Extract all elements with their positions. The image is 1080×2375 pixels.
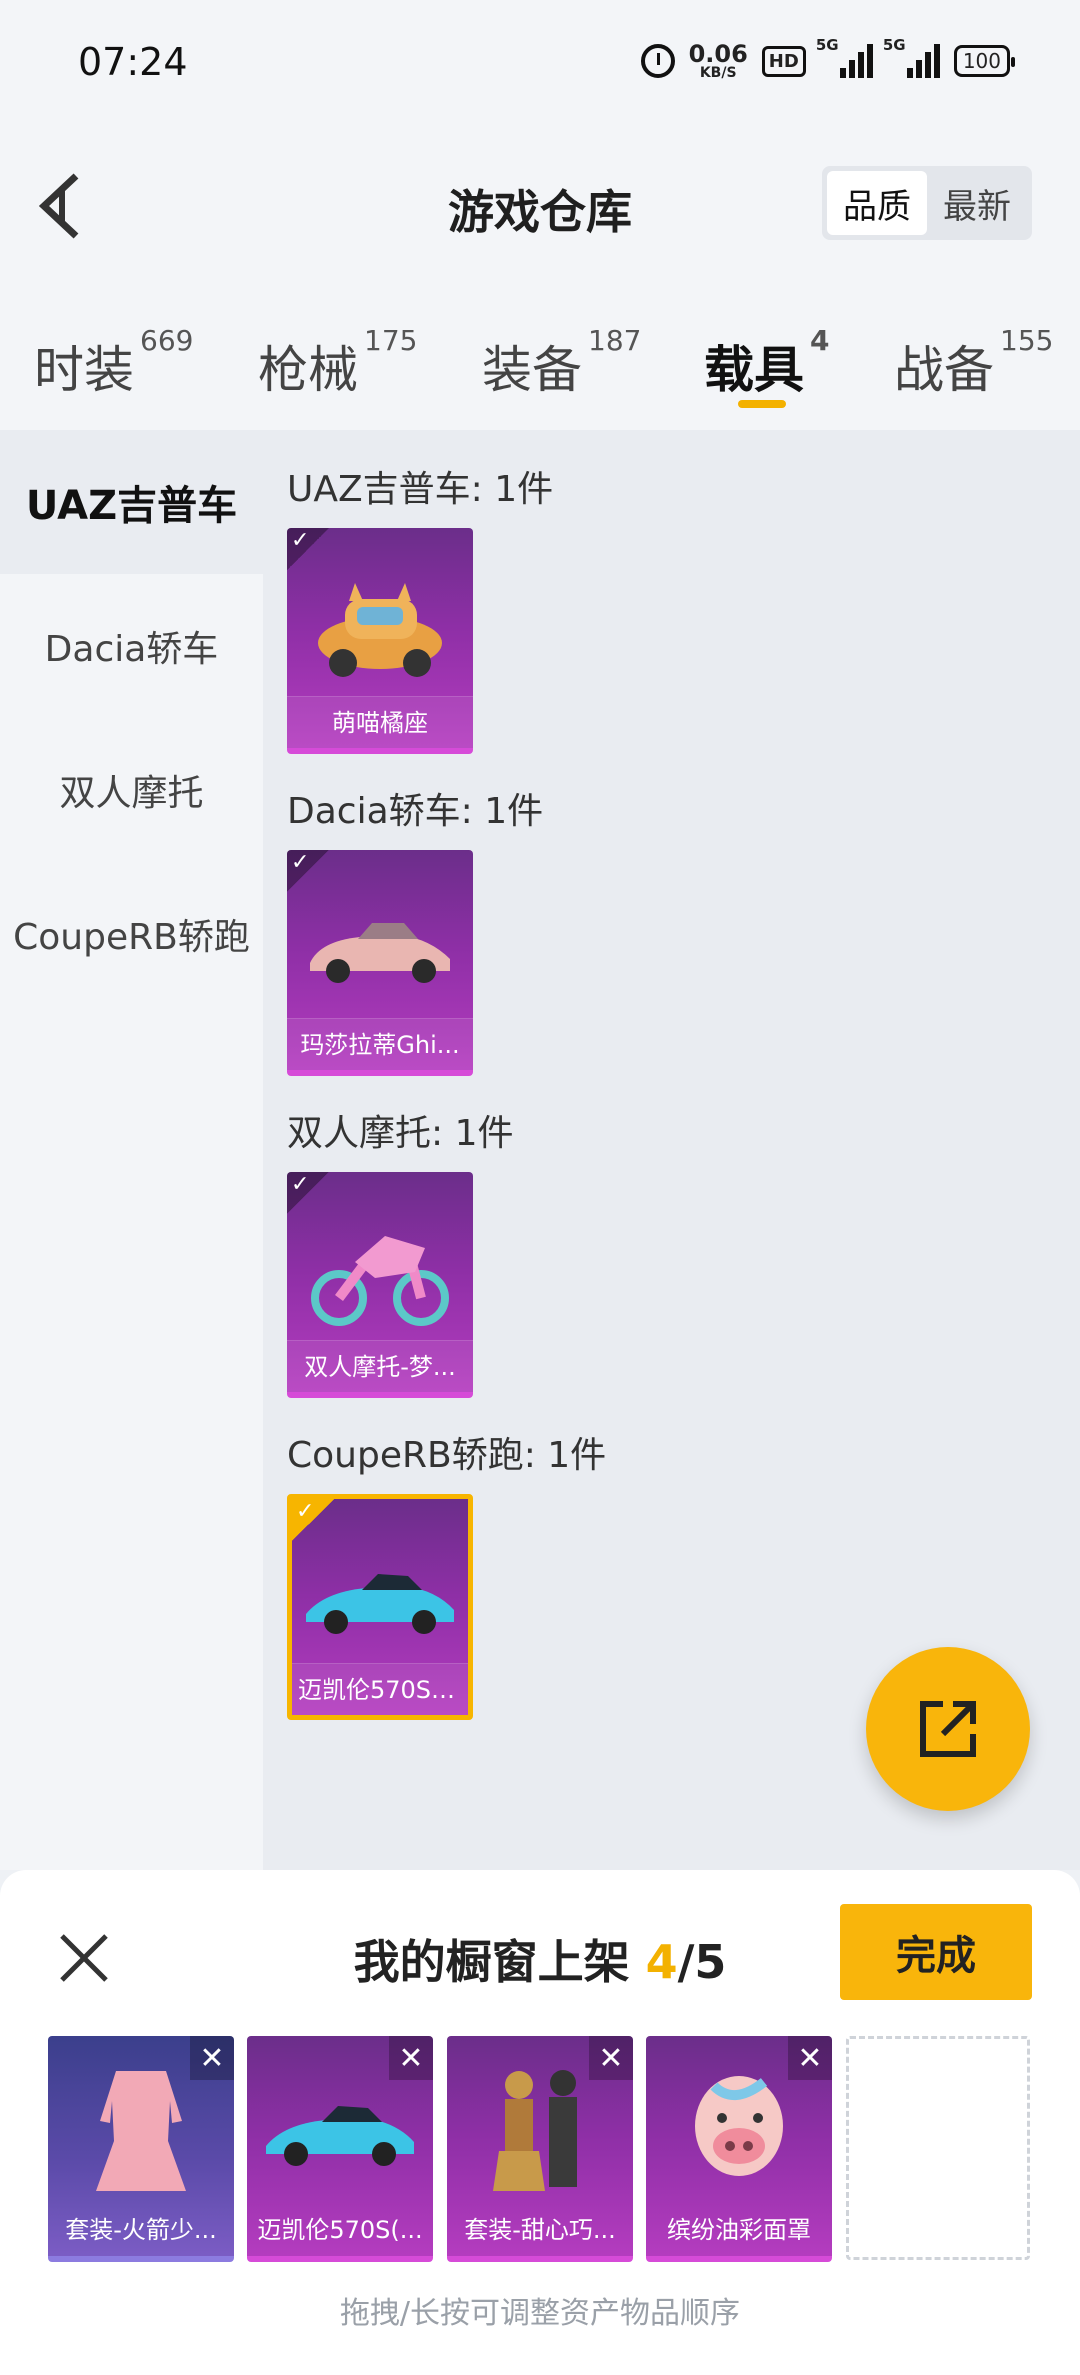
status-time: 07:24 [78, 40, 188, 84]
tab-count: 175 [364, 324, 418, 357]
item-name: 迈凯伦570S(... [292, 1663, 468, 1715]
signal-label: 5G [815, 36, 839, 54]
showcase-count: 4 [645, 1935, 678, 1989]
group-title-dacia: Dacia轿车: 1件 [287, 791, 544, 832]
item-name: 缤纷油彩面罩 [667, 2216, 811, 2244]
battery-icon: 100 [953, 45, 1016, 77]
tab-count: 155 [1000, 324, 1054, 357]
vehicle-type-sidebar: UAZ吉普车 Dacia轿车 双人摩托 CoupeRB轿跑 [0, 430, 263, 1870]
item-card-motorcycle[interactable]: ✓ 双人摩托-梦... [287, 1172, 473, 1398]
group-title-coupe: CoupeRB轿跑: 1件 [287, 1435, 607, 1476]
item-name: 套装-火箭少... [65, 2216, 217, 2244]
outfit-icon [447, 2056, 633, 2206]
car-icon [287, 880, 473, 1020]
tab-guns[interactable]: 枪械175 [258, 324, 417, 402]
status-bar: 07:24 0.06 KB/S HD 5G 5G 100 [0, 0, 1080, 130]
category-tabs: 时装669 枪械175 装备187 载具4 战备155 [0, 290, 1080, 430]
done-button[interactable]: 完成 [840, 1904, 1032, 2000]
signal-icon: 5G [816, 36, 873, 78]
sort-quality-button[interactable]: 品质 [827, 171, 927, 235]
tab-label: 枪械 [258, 341, 358, 399]
tab-vehicles[interactable]: 载具4 [704, 324, 829, 402]
tab-label: 装备 [482, 341, 582, 399]
car-icon [292, 1529, 468, 1669]
mask-icon [646, 2056, 832, 2206]
item-name: 套装-甜心巧... [464, 2216, 616, 2244]
showcase-title-text: 我的橱窗上架 [353, 1935, 646, 1989]
car-icon [287, 558, 473, 698]
share-export-icon [920, 1701, 976, 1757]
sidebar-item-coupe[interactable]: CoupeRB轿跑 [0, 862, 263, 1006]
group-title-uaz: UAZ吉普车: 1件 [287, 469, 554, 510]
signal-icon-2: 5G [883, 36, 940, 78]
status-icons: 0.06 KB/S HD 5G 5G 100 [640, 36, 1016, 80]
active-tab-indicator [738, 400, 786, 408]
shelf-item[interactable]: ✕ 迈凯伦570S(... [247, 2036, 433, 2262]
share-button[interactable] [866, 1647, 1030, 1811]
item-name: 迈凯伦570S(... [257, 2216, 423, 2244]
tab-label: 时装 [34, 341, 134, 399]
shelf-item[interactable]: ✕ 缤纷油彩面罩 [646, 2036, 832, 2262]
item-name: 双人摩托-梦... [287, 1340, 473, 1392]
tab-label: 载具 [704, 341, 804, 399]
item-name: 萌喵橘座 [287, 696, 473, 748]
tab-battle-prep[interactable]: 战备155 [894, 324, 1053, 402]
item-card-dacia[interactable]: ✓ 玛莎拉蒂Ghi... [287, 850, 473, 1076]
tab-count: 669 [140, 324, 194, 357]
motorcycle-icon [287, 1202, 473, 1342]
showcase-total: /5 [677, 1935, 727, 1989]
sidebar-item-motorcycle[interactable]: 双人摩托 [0, 718, 263, 862]
item-name: 玛莎拉蒂Ghi... [287, 1018, 473, 1070]
shelf-item[interactable]: ✕ 套装-甜心巧... [447, 2036, 633, 2262]
empty-shelf-slot[interactable] [846, 2036, 1030, 2260]
signal-label-2: 5G [882, 36, 906, 54]
showcase-panel: 我的橱窗上架 4/5 完成 ✕ 套装-火箭少... ✕ 迈凯伦570S(... … [0, 1870, 1080, 2375]
sort-newest-button[interactable]: 最新 [927, 171, 1027, 235]
item-card-coupe[interactable]: ✓ 迈凯伦570S(... [287, 1494, 473, 1720]
network-speed: 0.06 KB/S [689, 42, 748, 80]
alarm-icon [640, 44, 675, 78]
tab-equipment[interactable]: 装备187 [482, 324, 641, 402]
reorder-hint: 拖拽/长按可调整资产物品顺序 [339, 2296, 741, 2331]
sort-toggle: 品质 最新 [822, 166, 1032, 240]
hd-icon: HD [761, 45, 806, 77]
sidebar-item-dacia[interactable]: Dacia轿车 [0, 574, 263, 718]
sidebar-item-uaz[interactable]: UAZ吉普车 [0, 430, 263, 574]
tab-label: 战备 [894, 341, 994, 399]
tab-count: 187 [588, 324, 642, 357]
car-icon [247, 2056, 433, 2206]
network-speed-unit: KB/S [699, 65, 737, 81]
outfit-icon [48, 2056, 234, 2206]
shelf-item[interactable]: ✕ 套装-火箭少... [48, 2036, 234, 2262]
header: 游戏仓库 品质 最新 [0, 130, 1080, 290]
group-title-motorcycle: 双人摩托: 1件 [287, 1113, 514, 1154]
tab-fashion[interactable]: 时装669 [34, 324, 193, 402]
tab-count: 4 [810, 324, 830, 357]
network-speed-value: 0.06 [688, 40, 748, 68]
item-card-uaz[interactable]: ✓ 萌喵橘座 [287, 528, 473, 754]
